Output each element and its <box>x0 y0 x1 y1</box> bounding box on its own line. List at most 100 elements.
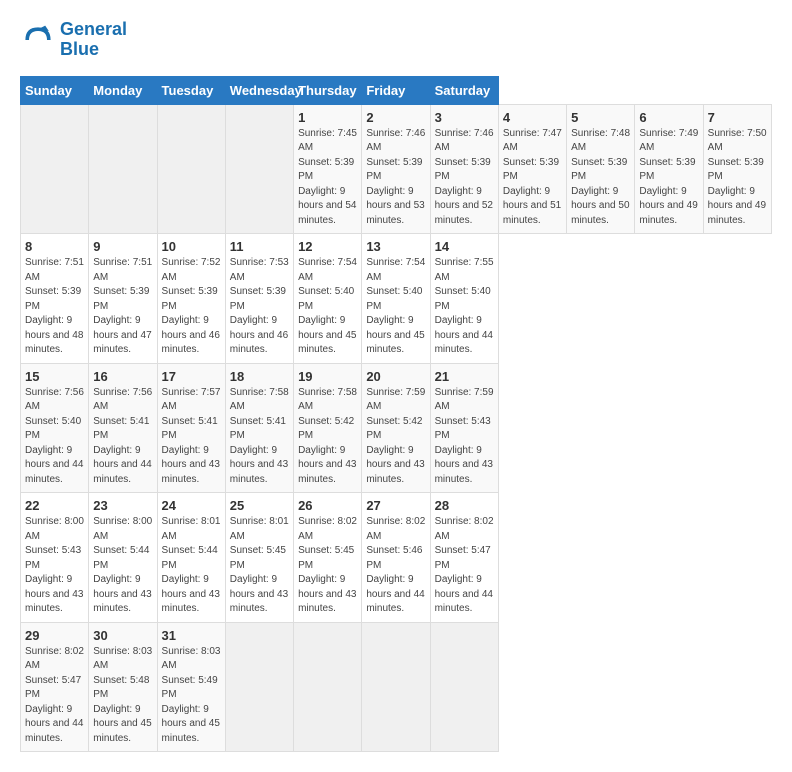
day-info: Sunrise: 7:56 AMSunset: 5:40 PMDaylight:… <box>25 386 84 488</box>
day-number: 3 <box>435 110 494 125</box>
calendar-cell: 15 Sunrise: 7:56 AMSunset: 5:40 PMDayligh… <box>21 363 89 493</box>
calendar-cell: 31 Sunrise: 8:03 AMSunset: 5:49 PMDayligh… <box>157 622 225 752</box>
day-number: 17 <box>162 369 221 384</box>
day-number: 29 <box>25 628 84 643</box>
day-number: 5 <box>571 110 630 125</box>
calendar-cell: 18 Sunrise: 7:58 AMSunset: 5:41 PMDayligh… <box>225 363 293 493</box>
day-info: Sunrise: 7:45 AMSunset: 5:39 PMDaylight:… <box>298 127 357 229</box>
day-info: Sunrise: 7:56 AMSunset: 5:41 PMDaylight:… <box>93 386 152 488</box>
calendar-cell: 26 Sunrise: 8:02 AMSunset: 5:45 PMDayligh… <box>294 493 362 623</box>
day-info: Sunrise: 7:51 AMSunset: 5:39 PMDaylight:… <box>93 256 152 358</box>
day-info: Sunrise: 8:03 AMSunset: 5:49 PMDaylight:… <box>162 645 221 747</box>
day-info: Sunrise: 8:00 AMSunset: 5:44 PMDaylight:… <box>93 515 152 617</box>
day-info: Sunrise: 8:02 AMSunset: 5:45 PMDaylight:… <box>298 515 357 617</box>
day-number: 19 <box>298 369 357 384</box>
calendar-cell: 4 Sunrise: 7:47 AMSunset: 5:39 PMDaylight… <box>498 104 566 234</box>
calendar-cell: 13 Sunrise: 7:54 AMSunset: 5:40 PMDayligh… <box>362 234 430 364</box>
calendar-header-row: SundayMondayTuesdayWednesdayThursdayFrid… <box>21 76 772 104</box>
day-info: Sunrise: 7:53 AMSunset: 5:39 PMDaylight:… <box>230 256 289 358</box>
day-info: Sunrise: 7:49 AMSunset: 5:39 PMDaylight:… <box>639 127 698 229</box>
calendar-cell <box>157 104 225 234</box>
logo-text: General Blue <box>60 20 127 60</box>
logo-icon <box>20 22 56 58</box>
calendar-cell: 11 Sunrise: 7:53 AMSunset: 5:39 PMDayligh… <box>225 234 293 364</box>
day-info: Sunrise: 7:52 AMSunset: 5:39 PMDaylight:… <box>162 256 221 358</box>
day-number: 1 <box>298 110 357 125</box>
day-info: Sunrise: 8:02 AMSunset: 5:47 PMDaylight:… <box>25 645 84 747</box>
day-number: 31 <box>162 628 221 643</box>
calendar-cell: 28Sunrise: 8:02 AMSunset: 5:47 PMDayligh… <box>430 493 498 623</box>
day-number: 25 <box>230 498 289 513</box>
calendar-cell <box>225 622 293 752</box>
day-number: 23 <box>93 498 152 513</box>
weekday-header-thursday: Thursday <box>294 76 362 104</box>
day-number: 30 <box>93 628 152 643</box>
day-number: 20 <box>366 369 425 384</box>
calendar-cell: 14Sunrise: 7:55 AMSunset: 5:40 PMDayligh… <box>430 234 498 364</box>
day-number: 6 <box>639 110 698 125</box>
day-info: Sunrise: 7:57 AMSunset: 5:41 PMDaylight:… <box>162 386 221 488</box>
calendar-cell <box>430 622 498 752</box>
calendar-cell: 16 Sunrise: 7:56 AMSunset: 5:41 PMDayligh… <box>89 363 157 493</box>
day-info: Sunrise: 7:54 AMSunset: 5:40 PMDaylight:… <box>366 256 425 358</box>
calendar-cell <box>21 104 89 234</box>
weekday-header-monday: Monday <box>89 76 157 104</box>
calendar-cell: 7Sunrise: 7:50 AMSunset: 5:39 PMDaylight… <box>703 104 771 234</box>
calendar-body: 1 Sunrise: 7:45 AMSunset: 5:39 PMDaylight… <box>21 104 772 752</box>
day-number: 2 <box>366 110 425 125</box>
day-number: 12 <box>298 239 357 254</box>
day-info: Sunrise: 8:01 AMSunset: 5:45 PMDaylight:… <box>230 515 289 617</box>
day-info: Sunrise: 8:03 AMSunset: 5:48 PMDaylight:… <box>93 645 152 747</box>
day-number: 18 <box>230 369 289 384</box>
day-number: 4 <box>503 110 562 125</box>
calendar-cell: 22Sunrise: 8:00 AMSunset: 5:43 PMDayligh… <box>21 493 89 623</box>
calendar-week-4: 22Sunrise: 8:00 AMSunset: 5:43 PMDayligh… <box>21 493 772 623</box>
calendar-cell: 9 Sunrise: 7:51 AMSunset: 5:39 PMDaylight… <box>89 234 157 364</box>
day-number: 24 <box>162 498 221 513</box>
calendar-week-1: 1 Sunrise: 7:45 AMSunset: 5:39 PMDaylight… <box>21 104 772 234</box>
day-info: Sunrise: 7:58 AMSunset: 5:42 PMDaylight:… <box>298 386 357 488</box>
calendar-cell: 23 Sunrise: 8:00 AMSunset: 5:44 PMDayligh… <box>89 493 157 623</box>
day-number: 10 <box>162 239 221 254</box>
calendar-cell: 1 Sunrise: 7:45 AMSunset: 5:39 PMDaylight… <box>294 104 362 234</box>
calendar-cell: 6 Sunrise: 7:49 AMSunset: 5:39 PMDaylight… <box>635 104 703 234</box>
day-info: Sunrise: 7:54 AMSunset: 5:40 PMDaylight:… <box>298 256 357 358</box>
calendar-cell: 24Sunrise: 8:01 AMSunset: 5:44 PMDayligh… <box>157 493 225 623</box>
calendar-cell: 8Sunrise: 7:51 AMSunset: 5:39 PMDaylight… <box>21 234 89 364</box>
day-info: Sunrise: 7:51 AMSunset: 5:39 PMDaylight:… <box>25 256 84 358</box>
day-number: 28 <box>435 498 494 513</box>
day-number: 26 <box>298 498 357 513</box>
day-info: Sunrise: 7:47 AMSunset: 5:39 PMDaylight:… <box>503 127 562 229</box>
day-number: 15 <box>25 369 84 384</box>
calendar-week-5: 29 Sunrise: 8:02 AMSunset: 5:47 PMDayligh… <box>21 622 772 752</box>
day-info: Sunrise: 7:58 AMSunset: 5:41 PMDaylight:… <box>230 386 289 488</box>
day-info: Sunrise: 8:00 AMSunset: 5:43 PMDaylight:… <box>25 515 84 617</box>
day-number: 7 <box>708 110 767 125</box>
page-header: General Blue <box>20 20 772 60</box>
calendar-cell <box>362 622 430 752</box>
day-info: Sunrise: 7:46 AMSunset: 5:39 PMDaylight:… <box>366 127 425 229</box>
day-info: Sunrise: 7:48 AMSunset: 5:39 PMDaylight:… <box>571 127 630 229</box>
day-number: 9 <box>93 239 152 254</box>
calendar-cell: 12 Sunrise: 7:54 AMSunset: 5:40 PMDayligh… <box>294 234 362 364</box>
day-info: Sunrise: 7:46 AMSunset: 5:39 PMDaylight:… <box>435 127 494 229</box>
calendar-cell: 17 Sunrise: 7:57 AMSunset: 5:41 PMDayligh… <box>157 363 225 493</box>
day-number: 11 <box>230 239 289 254</box>
calendar-cell: 5 Sunrise: 7:48 AMSunset: 5:39 PMDaylight… <box>567 104 635 234</box>
calendar-cell: 30 Sunrise: 8:03 AMSunset: 5:48 PMDayligh… <box>89 622 157 752</box>
calendar-cell <box>89 104 157 234</box>
weekday-header-tuesday: Tuesday <box>157 76 225 104</box>
day-number: 13 <box>366 239 425 254</box>
day-info: Sunrise: 7:55 AMSunset: 5:40 PMDaylight:… <box>435 256 494 358</box>
calendar-cell <box>225 104 293 234</box>
calendar-cell: 25 Sunrise: 8:01 AMSunset: 5:45 PMDayligh… <box>225 493 293 623</box>
logo: General Blue <box>20 20 127 60</box>
day-number: 27 <box>366 498 425 513</box>
day-number: 16 <box>93 369 152 384</box>
calendar-cell: 10 Sunrise: 7:52 AMSunset: 5:39 PMDayligh… <box>157 234 225 364</box>
day-number: 21 <box>435 369 494 384</box>
day-info: Sunrise: 8:02 AMSunset: 5:46 PMDaylight:… <box>366 515 425 617</box>
calendar-cell: 29 Sunrise: 8:02 AMSunset: 5:47 PMDayligh… <box>21 622 89 752</box>
calendar-cell: 27 Sunrise: 8:02 AMSunset: 5:46 PMDayligh… <box>362 493 430 623</box>
calendar-week-2: 8Sunrise: 7:51 AMSunset: 5:39 PMDaylight… <box>21 234 772 364</box>
